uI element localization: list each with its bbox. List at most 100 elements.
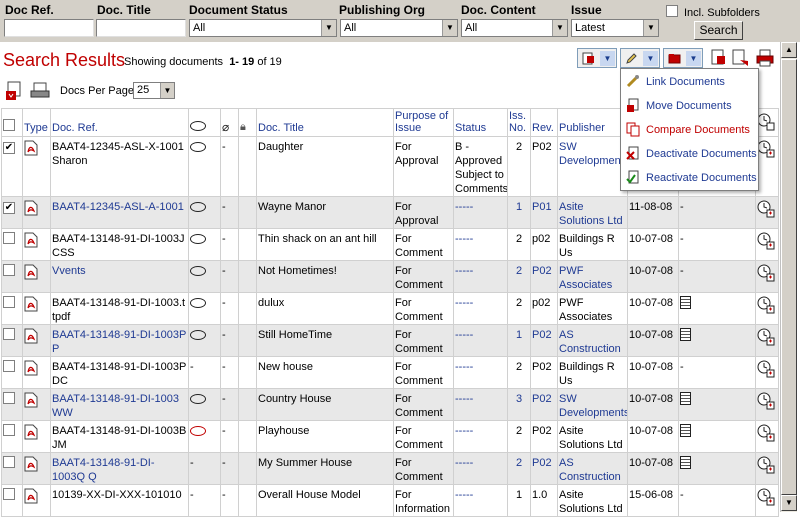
doc-content-select[interactable]: All ▼	[461, 19, 568, 37]
add-document-menu-button[interactable]: ▼	[577, 48, 617, 68]
doc-ref[interactable]: BAAT4-12345-ASL-X-1001 Sharon	[52, 141, 184, 167]
history-icon[interactable]	[757, 140, 775, 158]
batch-print-icon[interactable]	[30, 81, 52, 101]
status-value[interactable]: -----	[455, 265, 473, 277]
column-rev[interactable]: Rev.	[530, 108, 558, 137]
column-publisher[interactable]: Publisher	[557, 108, 628, 137]
comment-cell[interactable]	[188, 136, 221, 197]
doc-ref-cell[interactable]: BAAT4-12345-ASL-A-1001	[50, 196, 189, 229]
table-row[interactable]: BAAT4-13148-91-DI-1003P P - Still HomeTime…	[1, 324, 779, 357]
doc-ref-cell[interactable]: Vvents	[50, 260, 189, 293]
status-cell[interactable]: -----	[453, 420, 508, 453]
revision[interactable]: P02	[532, 329, 552, 341]
type-cell[interactable]	[22, 356, 51, 389]
doc-ref[interactable]: BAAT4-13148-91-DI-1003P P	[52, 329, 186, 355]
doc-ref-cell[interactable]: BAAT4-13148-91-DI-1003B JM	[50, 420, 189, 453]
row-select-cell[interactable]	[1, 260, 23, 293]
type-cell[interactable]	[22, 260, 51, 293]
status-value[interactable]: -----	[455, 297, 473, 309]
menu-item-deactivate-documents[interactable]: Deactivate Documents	[621, 143, 758, 165]
comment-cell[interactable]	[188, 260, 221, 293]
doc-ref[interactable]: 10139-XX-DI-XXX-101010	[52, 489, 182, 501]
history-icon[interactable]	[757, 296, 775, 314]
row-select-cell[interactable]	[1, 388, 23, 421]
comment-icon[interactable]	[190, 202, 206, 212]
type-cell[interactable]	[22, 420, 51, 453]
issue-number[interactable]: 2	[516, 265, 522, 277]
comment-icon[interactable]	[190, 394, 206, 404]
type-cell[interactable]	[22, 136, 51, 197]
actions-cell[interactable]	[755, 196, 779, 229]
column-purpose[interactable]: Purpose of Issue	[393, 108, 454, 137]
row-select-cell[interactable]	[1, 356, 23, 389]
select-all-header[interactable]	[1, 108, 23, 137]
status-cell[interactable]: -----	[453, 260, 508, 293]
doc-title-input[interactable]	[96, 19, 186, 37]
actions-cell[interactable]	[755, 484, 779, 517]
status-cell[interactable]: -----	[453, 228, 508, 261]
type-cell[interactable]	[22, 324, 51, 357]
actions-cell[interactable]	[755, 420, 779, 453]
column-status[interactable]: Status	[453, 108, 508, 137]
history-icon[interactable]	[757, 328, 775, 346]
doc-ref[interactable]: Vvents	[52, 265, 86, 277]
doc-ref-input[interactable]	[4, 19, 94, 37]
doc-ref[interactable]: BAAT4-13148-91-DI-1003P DC	[52, 361, 186, 387]
comment-icon[interactable]	[190, 234, 206, 244]
comment-cell[interactable]	[188, 292, 221, 325]
status-cell[interactable]: -----	[453, 452, 508, 485]
document-icon[interactable]	[680, 456, 691, 469]
status-value[interactable]: -----	[455, 489, 473, 501]
table-row[interactable]: ✔ BAAT4-12345-ASL-A-1001 - Wayne Manor For A…	[1, 196, 779, 229]
actions-cell[interactable]	[755, 324, 779, 357]
edit-menu-button[interactable]: ▼	[620, 48, 660, 68]
history-icon[interactable]	[757, 360, 775, 378]
table-row[interactable]: Vvents - Not Hometimes! For Comment ----- 2 P0…	[1, 260, 779, 293]
comment-unread-icon[interactable]	[190, 426, 206, 436]
table-row[interactable]: BAAT4-13148-91-DI-1003.t tpdf - dulux For C…	[1, 292, 779, 325]
vertical-scrollbar[interactable]: ▲ ▼	[780, 42, 797, 512]
actions-cell[interactable]	[755, 260, 779, 293]
column-doc-ref[interactable]: Doc. Ref.	[50, 108, 189, 137]
row-select-cell[interactable]	[1, 484, 23, 517]
comment-cell[interactable]	[188, 196, 221, 229]
row-checkbox[interactable]	[3, 456, 15, 468]
document-icon[interactable]	[680, 392, 691, 405]
table-row[interactable]: 10139-XX-DI-XXX-101010- - Overall House Mo…	[1, 484, 779, 517]
doc-ref[interactable]: BAAT4-13148-91-DI-1003Q Q	[52, 457, 155, 483]
doc-ref[interactable]: BAAT4-13148-91-DI-1003B JM	[52, 425, 186, 451]
row-checkbox[interactable]	[3, 232, 15, 244]
document-action-icon[interactable]	[709, 48, 729, 68]
comment-icon[interactable]	[190, 330, 206, 340]
menu-item-compare-documents[interactable]: Compare Documents	[621, 119, 758, 141]
history-icon[interactable]	[757, 264, 775, 282]
status-cell[interactable]: -----	[453, 292, 508, 325]
table-row[interactable]: BAAT4-13148-91-DI-1003Q Q - - My Summer Hou…	[1, 452, 779, 485]
doc-ref-cell[interactable]: BAAT4-13148-91-DI-1003.t tpdf	[50, 292, 189, 325]
type-cell[interactable]	[22, 292, 51, 325]
table-row[interactable]: BAAT4-13148-91-DI-1003B JM - Playhouse For …	[1, 420, 779, 453]
row-checkbox[interactable]	[3, 392, 15, 404]
row-select-cell[interactable]: ✔	[1, 196, 23, 229]
actions-cell[interactable]	[755, 452, 779, 485]
doc-ref-cell[interactable]: BAAT4-13148-91-DI-1003P P	[50, 324, 189, 357]
row-select-cell[interactable]	[1, 228, 23, 261]
history-icon[interactable]	[757, 200, 775, 218]
comment-cell[interactable]	[188, 388, 221, 421]
status-value[interactable]: -----	[455, 457, 473, 469]
row-checkbox[interactable]	[3, 264, 15, 276]
select-all-checkbox[interactable]	[3, 119, 15, 131]
actions-cell[interactable]	[755, 388, 779, 421]
doc-ref-cell[interactable]: 10139-XX-DI-XXX-101010	[50, 484, 189, 517]
print-icon[interactable]	[755, 49, 775, 67]
download-documents-icon[interactable]	[5, 80, 25, 102]
column-type[interactable]: Type	[22, 108, 51, 137]
publishing-org-select[interactable]: All ▼	[340, 19, 458, 37]
actions-cell[interactable]	[755, 228, 779, 261]
menu-item-move-documents[interactable]: Move Documents	[621, 95, 758, 117]
scroll-up-button[interactable]: ▲	[781, 42, 797, 58]
row-checkbox[interactable]	[3, 296, 15, 308]
export-document-icon[interactable]	[731, 48, 751, 68]
doc-ref-cell[interactable]: BAAT4-13148-91-DI-1003 WW	[50, 388, 189, 421]
row-select-cell[interactable]	[1, 452, 23, 485]
